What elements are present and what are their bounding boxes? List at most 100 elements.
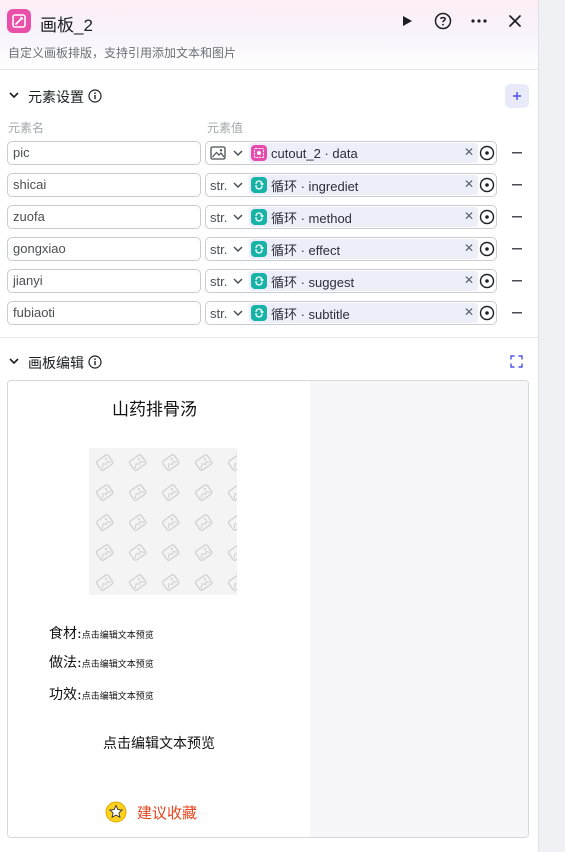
element-row: fubiaoti str. 循环 · subtitle ✕	[0, 301, 538, 325]
close-button[interactable]	[504, 10, 526, 32]
canvas-section-title: 画板编辑	[28, 355, 84, 371]
canvas-outside-area	[310, 381, 528, 837]
variable-tag[interactable]: 循环 · subtitle ✕	[249, 303, 478, 323]
image-placeholder[interactable]	[89, 448, 237, 595]
more-button[interactable]	[468, 10, 490, 32]
minus-icon	[512, 248, 522, 250]
element-name-input[interactable]: shicai	[7, 173, 201, 197]
canvas-text-ingredient[interactable]: 食材:点击编辑文本预览	[49, 623, 154, 643]
variable-tag[interactable]: 循环 · suggest ✕	[249, 271, 478, 291]
canvas-text-effect[interactable]: 功效:点击编辑文本预览	[49, 684, 154, 704]
element-name-input[interactable]: pic	[7, 141, 201, 165]
board-app-icon	[7, 9, 31, 33]
run-button[interactable]	[396, 10, 418, 32]
elements-section-header[interactable]: 元素设置	[0, 81, 538, 111]
remove-element-button[interactable]	[510, 240, 524, 258]
element-value-field: cutout_2 · data ✕	[205, 141, 497, 165]
method-label: 做法:	[49, 655, 82, 671]
element-row: jianyi str. 循环 · suggest ✕	[0, 269, 538, 293]
type-select[interactable]	[206, 142, 248, 164]
info-icon[interactable]	[88, 355, 102, 369]
image-placeholder-pattern-icon	[89, 448, 237, 595]
loop-icon	[251, 177, 267, 193]
element-name-input[interactable]: jianyi	[7, 269, 201, 293]
remove-element-button[interactable]	[510, 176, 524, 194]
type-select[interactable]: str.	[206, 238, 248, 260]
type-label: str.	[210, 305, 228, 321]
element-value-field: str. 循环 · subtitle ✕	[205, 301, 497, 325]
variable-tag[interactable]: 循环 · method ✕	[249, 207, 478, 227]
canvas-title-text[interactable]: 山药排骨汤	[112, 395, 197, 420]
element-value-field: str. 循环 · suggest ✕	[205, 269, 497, 293]
element-name-input[interactable]: gongxiao	[7, 237, 201, 261]
type-label: str.	[210, 209, 228, 225]
method-value: 点击编辑文本预览	[81, 660, 154, 670]
chevron-down-icon[interactable]	[8, 89, 20, 101]
variable-tag[interactable]: 循环 · effect ✕	[249, 239, 478, 259]
type-label: str.	[210, 241, 228, 257]
canvas-text-preview[interactable]: 点击编辑文本预览	[103, 733, 215, 753]
column-label-name: 元素名	[8, 121, 45, 135]
remove-tag-icon[interactable]: ✕	[464, 209, 474, 223]
column-label-value: 元素值	[207, 121, 244, 135]
help-button[interactable]	[432, 10, 454, 32]
variable-tag-label: 循环 · method	[271, 210, 352, 226]
loop-icon	[251, 241, 267, 257]
remove-tag-icon[interactable]: ✕	[464, 273, 474, 287]
target-icon	[479, 177, 495, 193]
element-name-input[interactable]: fubiaoti	[7, 301, 201, 325]
chevron-down-icon	[233, 150, 243, 157]
minus-icon	[512, 216, 522, 218]
image-icon	[210, 146, 226, 160]
target-icon	[479, 145, 495, 161]
remove-tag-icon[interactable]: ✕	[464, 241, 474, 255]
chevron-down-icon	[233, 214, 243, 221]
chevron-down-icon	[233, 278, 243, 285]
type-select[interactable]: str.	[206, 270, 248, 292]
canvas-text-method[interactable]: 做法:点击编辑文本预览	[49, 652, 154, 672]
ingredient-label: 食材:	[49, 626, 82, 642]
remove-element-button[interactable]	[510, 144, 524, 162]
remove-tag-icon[interactable]: ✕	[464, 305, 474, 319]
add-element-button[interactable]	[505, 84, 529, 108]
variable-tag-label: 循环 · ingrediet	[271, 178, 359, 194]
chevron-down-icon	[233, 182, 243, 189]
variable-tag[interactable]: 循环 · ingrediet ✕	[249, 175, 478, 195]
target-icon	[479, 209, 495, 225]
elements-section-title: 元素设置	[28, 89, 84, 105]
canvas-section-header[interactable]: 画板编辑	[0, 347, 538, 377]
star-icon	[105, 801, 127, 823]
variable-tag-label: 循环 · subtitle	[271, 306, 350, 322]
remove-tag-icon[interactable]: ✕	[464, 145, 474, 159]
element-value-field: str. 循环 · method ✕	[205, 205, 497, 229]
remove-element-button[interactable]	[510, 272, 524, 290]
play-icon	[403, 16, 412, 26]
panel-subtitle: 自定义画板排版，支持引用添加文本和图片	[8, 46, 237, 60]
element-name-input[interactable]: zuofa	[7, 205, 201, 229]
info-icon[interactable]	[88, 89, 102, 103]
variable-tag-label: cutout_2 · data	[271, 145, 358, 161]
panel-title[interactable]: 画板_2	[40, 11, 93, 36]
loop-icon	[251, 209, 267, 225]
element-row: pic cutout_2 · data ✕	[0, 141, 538, 165]
remove-element-button[interactable]	[510, 208, 524, 226]
type-select[interactable]: str.	[206, 174, 248, 196]
expand-icon[interactable]	[510, 355, 523, 368]
close-icon	[509, 15, 521, 27]
variable-tag-label: 循环 · suggest	[271, 274, 355, 290]
remove-tag-icon[interactable]: ✕	[464, 177, 474, 191]
remove-element-button[interactable]	[510, 304, 524, 322]
more-icon	[471, 19, 487, 23]
canvas-favorite-badge[interactable]: 建议收藏	[105, 801, 197, 823]
chevron-down-icon[interactable]	[8, 355, 20, 367]
effect-label: 功效:	[49, 687, 82, 703]
chevron-down-icon	[233, 246, 243, 253]
minus-icon	[512, 312, 522, 314]
canvas-preview[interactable]: 山药排骨汤 食材:点击编辑文本预览 做法:点击编辑文本预览 功效:点击编辑文本预…	[7, 380, 529, 838]
chevron-down-icon	[233, 310, 243, 317]
type-select[interactable]: str.	[206, 302, 248, 324]
variable-tag[interactable]: cutout_2 · data ✕	[249, 143, 478, 163]
right-edge-strip	[538, 0, 565, 852]
type-select[interactable]: str.	[206, 206, 248, 228]
plus-icon	[513, 92, 521, 100]
